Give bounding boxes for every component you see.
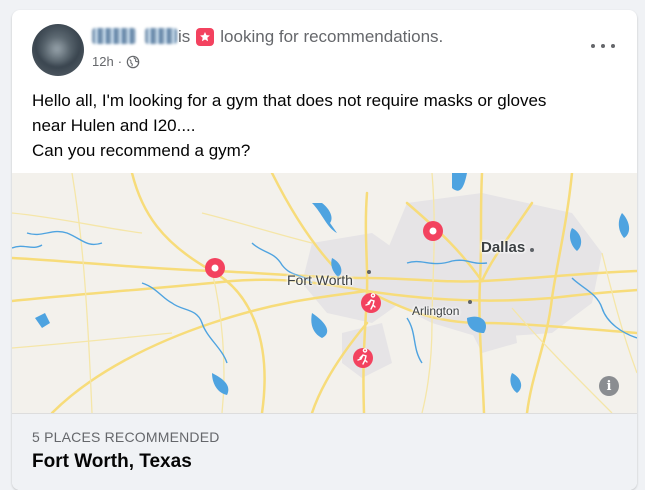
tagged-name-redacted[interactable] [145, 28, 177, 44]
globe-icon [126, 55, 140, 69]
recommendations-footer[interactable]: 5 PLACES RECOMMENDED Fort Worth, Texas [12, 413, 637, 490]
place-pin[interactable] [423, 221, 443, 241]
status-text[interactable]: looking for recommendations. [220, 27, 443, 47]
map-label-fort-worth: Fort Worth [287, 272, 353, 288]
post-body: Hello all, I'm looking for a gym that do… [32, 88, 622, 163]
more-options-icon[interactable] [591, 38, 615, 54]
timestamp[interactable]: 12h [92, 54, 114, 69]
gym-pin[interactable] [353, 348, 373, 368]
author-name-redacted[interactable] [92, 28, 136, 44]
info-icon[interactable]: i [599, 376, 619, 396]
gym-pin[interactable] [361, 293, 381, 313]
post-title-line: is looking for recommendations. [178, 27, 443, 47]
author-avatar[interactable] [32, 24, 84, 76]
recommendations-map[interactable]: Dallas Fort Worth Arlington i [12, 173, 637, 413]
post-card: is looking for recommendations. 12h · He… [12, 10, 637, 490]
post-header: is looking for recommendations. 12h · [12, 10, 637, 80]
map-label-arlington: Arlington [412, 304, 460, 318]
star-badge-icon [196, 28, 215, 46]
place-pin[interactable] [205, 258, 225, 278]
post-body-line: near Hulen and I20.... [32, 116, 196, 135]
post-body-line: Hello all, I'm looking for a gym that do… [32, 91, 547, 110]
post-body-line: Can you recommend a gym? [32, 141, 251, 160]
places-count: 5 PLACES RECOMMENDED [32, 429, 220, 445]
map-graphic [12, 173, 637, 413]
is-text: is [178, 27, 191, 46]
post-meta: 12h · [92, 54, 140, 69]
map-label-dallas: Dallas [481, 239, 526, 256]
meta-separator: · [117, 54, 123, 69]
place-location[interactable]: Fort Worth, Texas [32, 451, 192, 473]
